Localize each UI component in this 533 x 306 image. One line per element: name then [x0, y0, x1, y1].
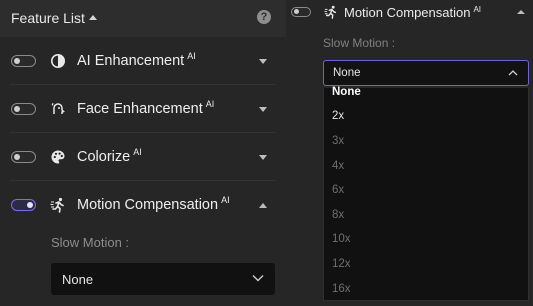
ai-badge: AI [205, 99, 215, 109]
slow-motion-label: Slow Motion : [323, 36, 396, 50]
collapse-chevron-icon[interactable] [517, 10, 525, 14]
ai-badge: AI [221, 195, 230, 205]
expand-chevron-icon[interactable] [259, 59, 267, 64]
slow-motion-select[interactable]: None [51, 263, 275, 295]
slow-motion-value: None [62, 272, 94, 287]
feature-label: Motion Compensation AI [77, 195, 230, 213]
ai-badge: AI [187, 51, 196, 61]
help-icon[interactable]: ? [257, 10, 271, 24]
chevron-down-icon [252, 275, 264, 282]
feature-label: AI Enhancement AI [77, 51, 196, 69]
motion-compensation-detail-panel: Motion Compensation AI Slow Motion : None… [286, 0, 533, 306]
slow-motion-value: None [333, 67, 361, 79]
colorize-toggle[interactable] [11, 151, 36, 163]
ai-enhancement-toggle[interactable] [11, 55, 36, 67]
dropdown-option-6x: 6x [332, 184, 345, 196]
feature-label: Motion Compensation AI [344, 5, 482, 20]
dropdown-option-2x[interactable]: 2x [332, 110, 344, 122]
face-enhancement-toggle[interactable] [11, 103, 36, 115]
feature-row-motion-compensation: Motion Compensation AI [0, 181, 286, 229]
dropdown-option-4x: 4x [332, 160, 345, 172]
motion-compensation-toggle[interactable] [291, 7, 311, 17]
dropdown-option-none[interactable]: None [332, 86, 361, 98]
app-root: Feature List ? AI Enhancement AI Face Enh… [0, 0, 533, 306]
collapse-caret-icon[interactable] [89, 15, 97, 20]
slow-motion-select-open[interactable]: None [323, 60, 529, 86]
dropdown-option-3x: 3x [332, 135, 345, 147]
contrast-circle-icon [51, 54, 65, 68]
running-person-icon [50, 197, 64, 213]
dropdown-option-10x: 10x [332, 233, 351, 245]
running-person-icon [324, 5, 337, 19]
slow-motion-dropdown-list: None 2x 3x 4x 6x 8x 10x 12x 16x [323, 86, 529, 301]
ai-badge: AI [473, 5, 482, 14]
dropdown-option-12x: 12x [332, 258, 351, 270]
feature-list-panel: Feature List ? AI Enhancement AI Face Enh… [0, 0, 288, 306]
expand-chevron-icon[interactable] [259, 155, 267, 160]
feature-list-title: Feature List [11, 10, 85, 26]
feature-row-ai-enhancement: AI Enhancement AI [0, 37, 286, 85]
face-sparkle-icon [51, 102, 65, 114]
dropdown-option-16x: 16x [332, 283, 351, 295]
feature-row-colorize: Colorize AI [0, 133, 286, 181]
slow-motion-label: Slow Motion : [51, 235, 130, 250]
chevron-up-icon [508, 70, 518, 76]
collapse-chevron-icon[interactable] [259, 203, 267, 208]
feature-list-header[interactable]: Feature List ? [0, 0, 286, 37]
feature-label: Face Enhancement AI [77, 99, 215, 117]
dropdown-option-8x: 8x [332, 209, 345, 221]
ai-badge: AI [133, 147, 142, 157]
feature-row-face-enhancement: Face Enhancement AI [0, 85, 286, 133]
palette-icon [51, 150, 65, 164]
expand-chevron-icon[interactable] [259, 107, 267, 112]
feature-label: Colorize AI [77, 147, 142, 165]
motion-compensation-toggle[interactable] [11, 199, 36, 211]
